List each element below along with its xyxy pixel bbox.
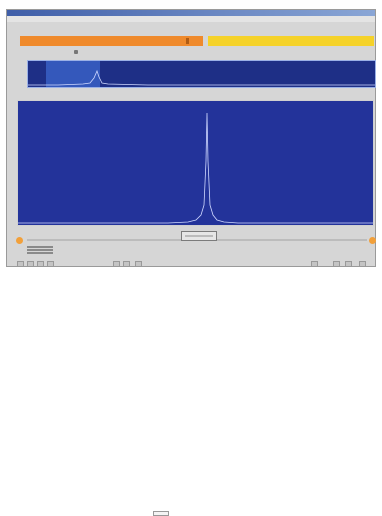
legend-line bbox=[27, 252, 53, 254]
export-icon[interactable] bbox=[135, 261, 142, 267]
settings-icon[interactable] bbox=[311, 261, 318, 267]
play-icon[interactable] bbox=[27, 261, 34, 267]
overview-trace bbox=[28, 69, 375, 86]
bottom-toolbar bbox=[7, 260, 375, 516]
main-trace bbox=[18, 112, 373, 224]
zoom-out-icon[interactable] bbox=[345, 261, 352, 267]
legend bbox=[27, 246, 53, 255]
legend-line bbox=[27, 249, 53, 251]
overview-marker-icon bbox=[74, 50, 78, 54]
level-marker[interactable] bbox=[186, 38, 189, 44]
status-field bbox=[153, 511, 169, 516]
overview-plot[interactable] bbox=[27, 60, 376, 88]
legend-line bbox=[27, 246, 53, 248]
scroll-right-handle[interactable] bbox=[369, 237, 376, 244]
zoom-range-field[interactable] bbox=[181, 231, 217, 241]
left-level-bar[interactable] bbox=[20, 36, 203, 46]
right-level-bar[interactable] bbox=[208, 36, 374, 46]
help-icon[interactable] bbox=[359, 261, 366, 267]
scroll-left-handle[interactable] bbox=[16, 237, 23, 244]
play-icon[interactable] bbox=[17, 261, 24, 267]
zoom-icon[interactable] bbox=[47, 261, 54, 267]
main-plot[interactable] bbox=[17, 100, 374, 226]
print-icon[interactable] bbox=[113, 261, 120, 267]
zoom-in-icon[interactable] bbox=[333, 261, 340, 267]
application-window bbox=[6, 9, 376, 516]
copy-icon[interactable] bbox=[123, 261, 130, 267]
menu-bar bbox=[7, 16, 375, 22]
pan-icon[interactable] bbox=[37, 261, 44, 267]
